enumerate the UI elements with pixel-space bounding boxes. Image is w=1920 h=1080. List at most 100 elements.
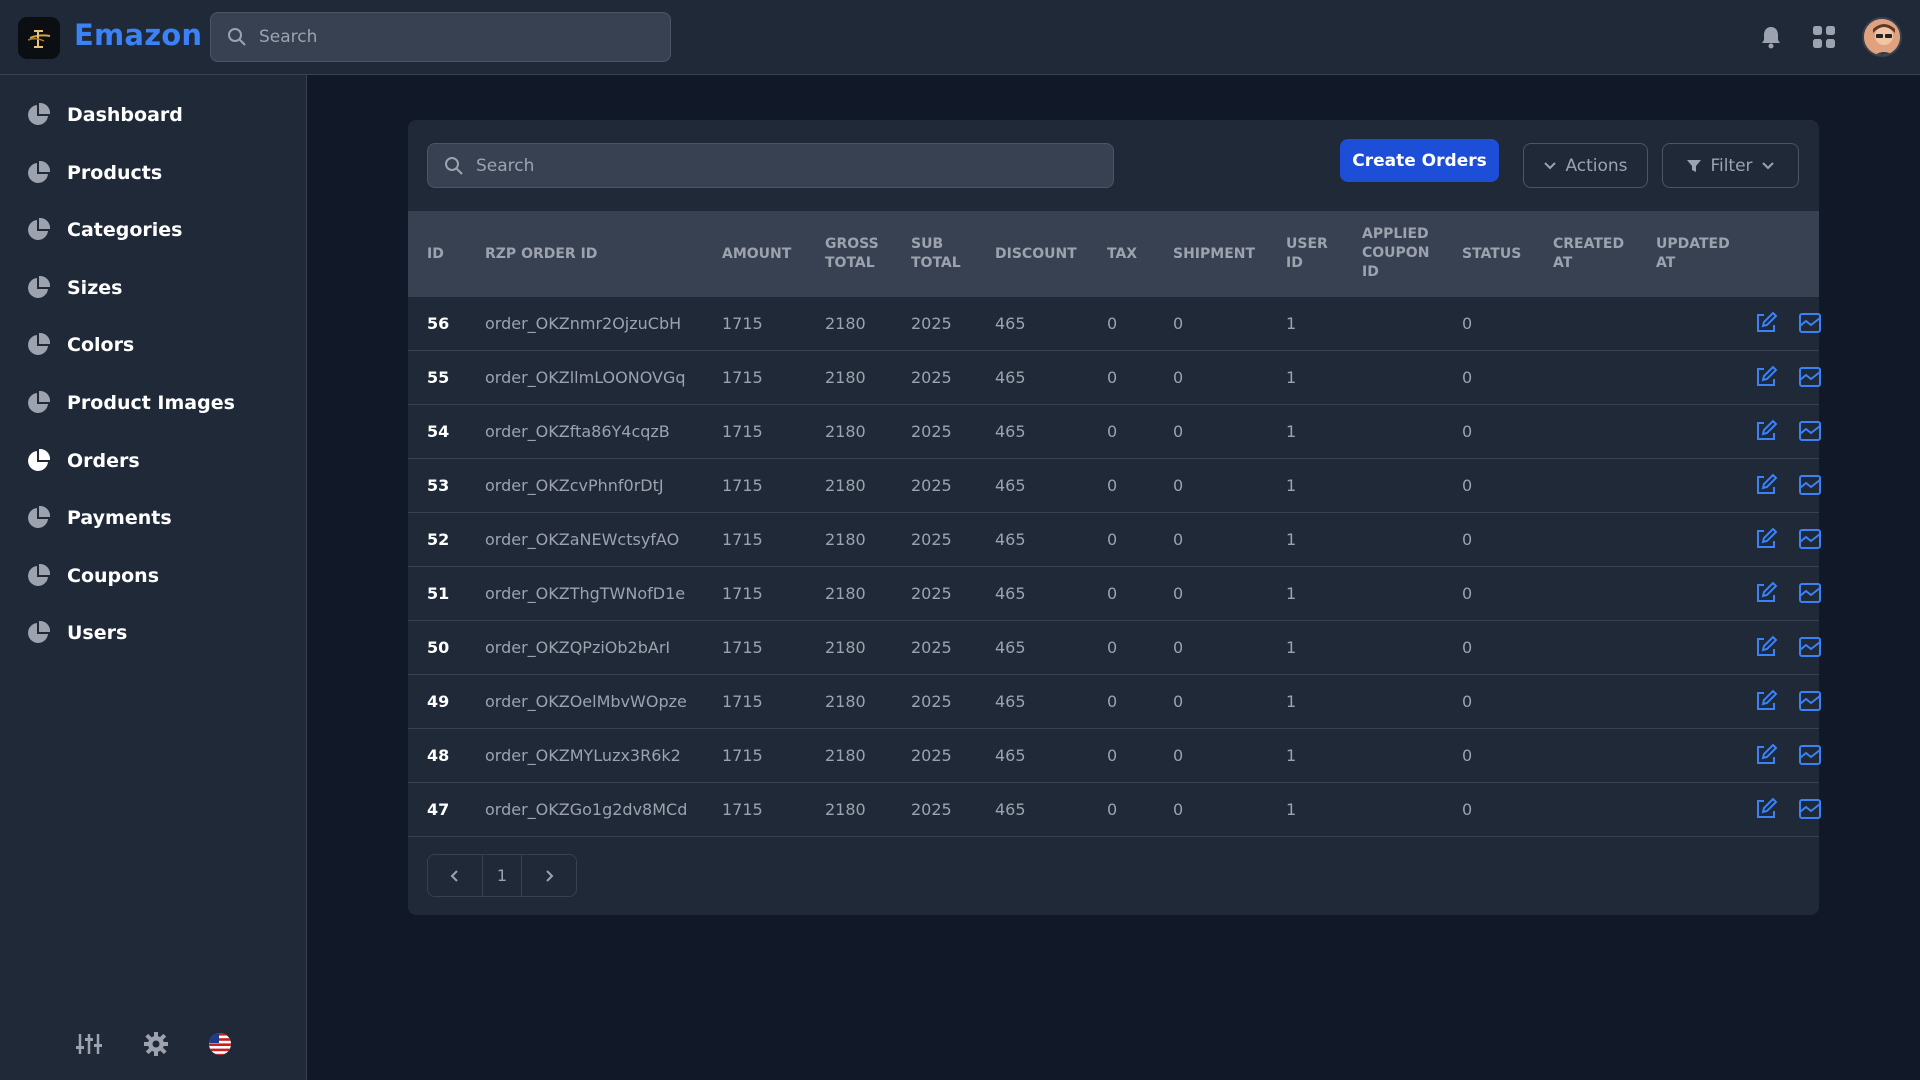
chart-icon[interactable] <box>1797 418 1823 444</box>
col-status[interactable]: STATUS <box>1462 245 1521 264</box>
table-row[interactable]: 49 order_OKZOelMbvWOpze 1715 2180 2025 465 0 0 1… <box>408 675 1821 729</box>
sidebar-item-colors[interactable]: Colors <box>12 321 294 369</box>
edit-icon[interactable] <box>1753 796 1779 822</box>
cell-shipment: 0 <box>1173 314 1184 333</box>
sidebar-item-product-images[interactable]: Product Images <box>12 379 294 427</box>
chart-icon[interactable] <box>1797 526 1823 552</box>
edit-icon[interactable] <box>1753 526 1779 552</box>
cell-user-id: 1 <box>1286 800 1297 819</box>
filter-dropdown-button[interactable]: Filter <box>1662 143 1799 188</box>
col-id[interactable]: ID <box>427 245 444 264</box>
sliders-icon[interactable] <box>75 1030 103 1058</box>
pagination: 1 <box>427 854 577 897</box>
table-row[interactable]: 51 order_OKZThgTWNofD1e 1715 2180 2025 465 0 0 1… <box>408 567 1821 621</box>
cell-amount: 1715 <box>722 692 763 711</box>
bell-icon[interactable] <box>1756 22 1786 52</box>
col-gross-total[interactable]: GROSS TOTAL <box>825 235 879 273</box>
cell-user-id: 1 <box>1286 314 1297 333</box>
edit-icon[interactable] <box>1753 688 1779 714</box>
sidebar-item-products[interactable]: Products <box>12 149 294 197</box>
sidebar-item-users[interactable]: Users <box>12 609 294 657</box>
cell-gross-total: 2180 <box>825 800 866 819</box>
table-row[interactable]: 50 order_OKZQPziOb2bArI 1715 2180 2025 465 0 0 1… <box>408 621 1821 675</box>
chart-icon[interactable] <box>1797 634 1823 660</box>
chevron-down-icon <box>1544 161 1557 169</box>
cell-tax: 0 <box>1107 638 1118 657</box>
us-flag-icon[interactable] <box>206 1030 234 1058</box>
sidebar-item-sizes[interactable]: Sizes <box>12 264 294 312</box>
next-page-button[interactable] <box>522 855 576 896</box>
cell-shipment: 0 <box>1173 638 1184 657</box>
sidebar-item-dashboard[interactable]: Dashboard <box>12 91 294 139</box>
col-tax[interactable]: TAX <box>1107 245 1137 264</box>
cell-gross-total: 2180 <box>825 314 866 333</box>
edit-icon[interactable] <box>1753 310 1779 336</box>
col-user-id[interactable]: USER ID <box>1286 235 1328 273</box>
chart-icon[interactable] <box>1797 688 1823 714</box>
table-row[interactable]: 55 order_OKZllmLOONOVGq 1715 2180 2025 465 0 0 1… <box>408 351 1821 405</box>
cell-sub-total: 2025 <box>911 638 952 657</box>
cell-gross-total: 2180 <box>825 368 866 387</box>
cell-shipment: 0 <box>1173 746 1184 765</box>
apps-grid-icon[interactable] <box>1809 22 1839 52</box>
cell-discount: 465 <box>995 692 1026 711</box>
search-icon <box>228 28 246 46</box>
table-row[interactable]: 48 order_OKZMYLuzx3R6k2 1715 2180 2025 465 0 0 1… <box>408 729 1821 783</box>
col-applied-coupon-id[interactable]: APPLIED COUPON ID <box>1362 225 1429 282</box>
sidebar-item-orders[interactable]: Orders <box>12 437 294 485</box>
edit-icon[interactable] <box>1753 364 1779 390</box>
sidebar-item-payments[interactable]: Payments <box>12 494 294 542</box>
cell-gross-total: 2180 <box>825 638 866 657</box>
actions-dropdown-button[interactable]: Actions <box>1523 143 1648 188</box>
chart-icon[interactable] <box>1797 364 1823 390</box>
chart-icon[interactable] <box>1797 796 1823 822</box>
sidebar-item-coupons[interactable]: Coupons <box>12 552 294 600</box>
edit-icon[interactable] <box>1753 742 1779 768</box>
cell-user-id: 1 <box>1286 368 1297 387</box>
global-search-input[interactable] <box>259 27 639 47</box>
table-row[interactable]: 47 order_OKZGo1g2dv8MCd 1715 2180 2025 465 0 0 1… <box>408 783 1821 837</box>
user-avatar[interactable] <box>1862 17 1902 57</box>
table-row[interactable]: 53 order_OKZcvPhnf0rDtJ 1715 2180 2025 465 0 0 1… <box>408 459 1821 513</box>
edit-icon[interactable] <box>1753 472 1779 498</box>
table-row[interactable]: 56 order_OKZnmr2OjzuCbH 1715 2180 2025 465 0 0 1… <box>408 297 1821 351</box>
pie-chart-icon <box>26 621 50 645</box>
edit-icon[interactable] <box>1753 634 1779 660</box>
brand-name[interactable]: Emazon <box>74 18 202 52</box>
chevron-down-icon <box>1761 161 1774 169</box>
page-number[interactable]: 1 <box>482 855 522 896</box>
chart-icon[interactable] <box>1797 472 1823 498</box>
chart-icon[interactable] <box>1797 742 1823 768</box>
col-created-at[interactable]: CREATED AT <box>1553 235 1624 273</box>
top-navbar: Emazon <box>0 0 1920 75</box>
cell-gross-total: 2180 <box>825 530 866 549</box>
table-row[interactable]: 52 order_OKZaNEWctsyfAO 1715 2180 2025 465 0 0 1… <box>408 513 1821 567</box>
chart-icon[interactable] <box>1797 580 1823 606</box>
pie-chart-icon <box>26 563 50 588</box>
col-updated-at[interactable]: UPDATED AT <box>1656 235 1730 273</box>
create-orders-button[interactable]: Create Orders <box>1340 139 1499 182</box>
global-search[interactable] <box>210 12 671 62</box>
chart-icon[interactable] <box>1797 310 1823 336</box>
sidebar-item-categories[interactable]: Categories <box>12 206 294 254</box>
sidebar-item-label: Colors <box>67 334 135 357</box>
prev-page-button[interactable] <box>428 855 482 896</box>
edit-icon[interactable] <box>1753 418 1779 444</box>
sidebar-item-label: Users <box>67 622 128 645</box>
col-rzp-order-id[interactable]: RZP ORDER ID <box>485 245 597 264</box>
edit-icon[interactable] <box>1753 580 1779 606</box>
cell-discount: 465 <box>995 476 1026 495</box>
col-amount[interactable]: AMOUNT <box>722 245 791 264</box>
col-shipment[interactable]: SHIPMENT <box>1173 245 1255 264</box>
col-sub-total[interactable]: SUB TOTAL <box>911 235 961 273</box>
table-search-input[interactable] <box>476 155 856 176</box>
cell-tax: 0 <box>1107 368 1118 387</box>
cell-amount: 1715 <box>722 746 763 765</box>
table-row[interactable]: 54 order_OKZfta86Y4cqzB 1715 2180 2025 465 0 0 1… <box>408 405 1821 459</box>
col-discount[interactable]: DISCOUNT <box>995 245 1077 264</box>
cell-shipment: 0 <box>1173 368 1184 387</box>
cell-gross-total: 2180 <box>825 584 866 603</box>
logo-icon[interactable] <box>18 17 60 59</box>
gear-icon[interactable] <box>142 1030 170 1058</box>
table-search[interactable] <box>427 143 1114 188</box>
